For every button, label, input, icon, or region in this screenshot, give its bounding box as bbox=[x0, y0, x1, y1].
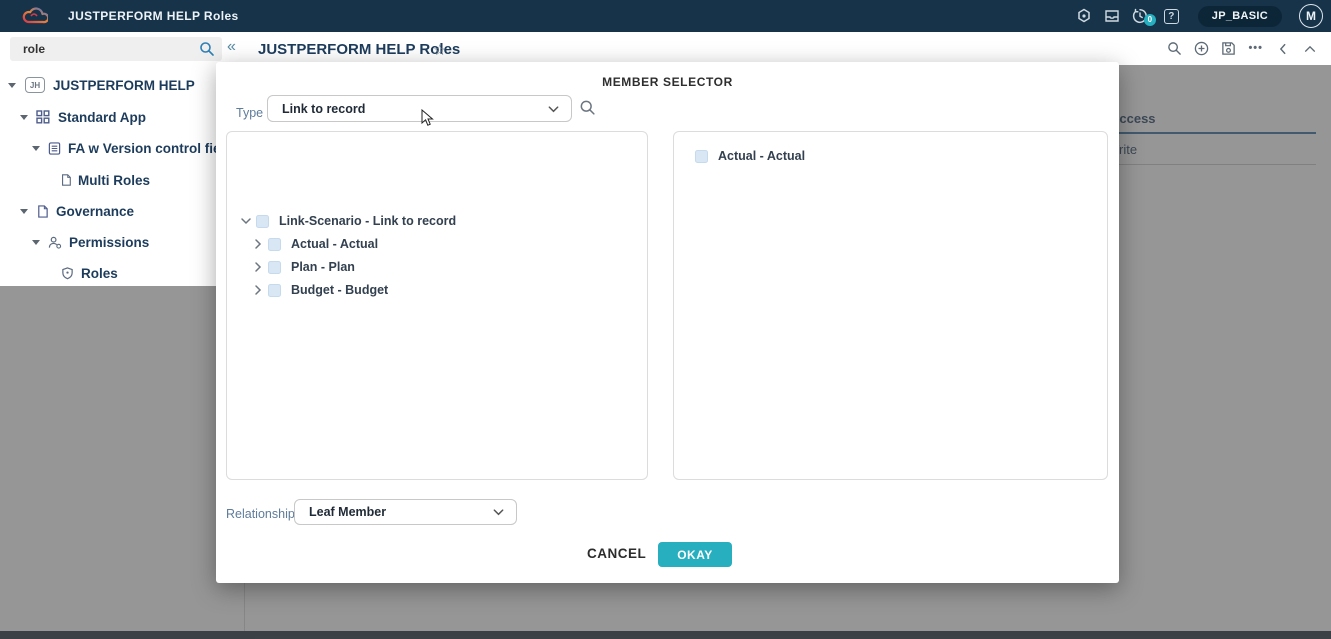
shield-icon bbox=[61, 267, 74, 280]
user-permissions-icon bbox=[48, 236, 62, 249]
sidebar-item-label: Multi Roles bbox=[78, 173, 150, 188]
expand-arrow-icon[interactable] bbox=[20, 115, 28, 120]
checkbox[interactable] bbox=[695, 150, 708, 163]
type-label: Type bbox=[236, 106, 263, 120]
page-actions: ••• bbox=[1167, 41, 1317, 56]
chevron-down-icon bbox=[492, 506, 505, 519]
okay-button[interactable]: OKAY bbox=[658, 542, 732, 567]
checkbox[interactable] bbox=[268, 261, 281, 274]
app-title: JUSTPERFORM HELP Roles bbox=[68, 9, 239, 23]
chevron-right-icon[interactable] bbox=[252, 261, 264, 273]
expand-arrow-icon[interactable] bbox=[32, 240, 40, 245]
tree-row-link-scenario[interactable]: Link-Scenario - Link to record bbox=[240, 211, 456, 231]
chevron-up-icon[interactable] bbox=[1302, 41, 1317, 56]
checkbox[interactable] bbox=[268, 238, 281, 251]
dialog-title: MEMBER SELECTOR bbox=[216, 75, 1119, 89]
file-icon bbox=[36, 205, 49, 218]
relationship-dropdown[interactable]: Leaf Member bbox=[294, 499, 517, 525]
history-icon[interactable]: 0 bbox=[1132, 8, 1149, 25]
sidebar-item-label: Permissions bbox=[69, 235, 149, 250]
available-members-panel: Link-Scenario - Link to record Actual - … bbox=[226, 131, 648, 480]
file-icon bbox=[60, 174, 72, 186]
sidebar-item-permissions[interactable]: Permissions bbox=[32, 230, 149, 254]
expand-arrow-icon[interactable] bbox=[20, 209, 28, 214]
sidebar-item-label: Standard App bbox=[58, 110, 146, 125]
inbox-icon[interactable] bbox=[1104, 8, 1121, 25]
tree-item-label: Budget - Budget bbox=[291, 283, 388, 297]
sidebar-item-label: JUSTPERFORM HELP bbox=[53, 78, 195, 93]
member-search-icon[interactable] bbox=[579, 99, 596, 116]
chevron-down-icon bbox=[547, 102, 560, 115]
page-search-icon[interactable] bbox=[1167, 41, 1182, 56]
checkbox[interactable] bbox=[256, 215, 269, 228]
expand-arrow-icon[interactable] bbox=[32, 146, 40, 151]
type-dropdown-value: Link to record bbox=[282, 102, 365, 116]
more-options-icon[interactable]: ••• bbox=[1248, 41, 1263, 56]
sidebar-item-governance[interactable]: Governance bbox=[20, 199, 134, 223]
tree-row-actual[interactable]: Actual - Actual bbox=[252, 234, 378, 254]
member-selector-dialog: MEMBER SELECTOR Type Link to record Link… bbox=[216, 62, 1119, 583]
sidebar-item-fa-version-control[interactable]: FA w Version control fie... bbox=[32, 136, 232, 160]
selected-members-panel: Actual - Actual bbox=[673, 131, 1108, 480]
tree-item-label: Actual - Actual bbox=[291, 237, 378, 251]
document-icon bbox=[48, 142, 61, 155]
collapse-sidebar-icon[interactable]: « bbox=[227, 38, 236, 56]
chevron-right-icon[interactable] bbox=[252, 238, 264, 250]
expand-arrow-icon[interactable] bbox=[8, 83, 16, 88]
chevron-left-icon[interactable] bbox=[1275, 41, 1290, 56]
sidebar-item-standard-app[interactable]: Standard App bbox=[20, 105, 146, 129]
search-icon[interactable] bbox=[199, 41, 215, 57]
save-icon[interactable] bbox=[1221, 41, 1236, 56]
page-title: JUSTPERFORM HELP Roles bbox=[258, 41, 460, 58]
header-row: « JUSTPERFORM HELP Roles ☆ ••• bbox=[0, 32, 1331, 65]
sidebar-search bbox=[10, 37, 222, 61]
add-icon[interactable] bbox=[1194, 41, 1209, 56]
tree-item-label: Plan - Plan bbox=[291, 260, 355, 274]
history-badge: 0 bbox=[1144, 14, 1156, 26]
chevron-down-icon[interactable] bbox=[240, 215, 252, 227]
app-window: JUSTPERFORM HELP Roles 0 ? JP_BASIC M « bbox=[0, 0, 1331, 639]
sidebar-item-label: Governance bbox=[56, 204, 134, 219]
sidebar-item-justperform-help[interactable]: JH JUSTPERFORM HELP bbox=[8, 73, 195, 97]
app-badge: JH bbox=[25, 77, 45, 93]
selected-item-label: Actual - Actual bbox=[718, 149, 805, 163]
top-bar: JUSTPERFORM HELP Roles 0 ? JP_BASIC M bbox=[0, 0, 1331, 32]
checkbox[interactable] bbox=[268, 284, 281, 297]
sidebar-item-label: Roles bbox=[81, 266, 118, 281]
type-dropdown[interactable]: Link to record bbox=[267, 95, 572, 122]
selected-row-actual[interactable]: Actual - Actual bbox=[695, 146, 805, 166]
app-logo-icon bbox=[22, 4, 48, 28]
relationship-dropdown-value: Leaf Member bbox=[309, 505, 386, 519]
cancel-button[interactable]: CANCEL bbox=[587, 546, 646, 561]
search-input[interactable] bbox=[10, 37, 222, 61]
sidebar-item-multi-roles[interactable]: Multi Roles bbox=[60, 168, 150, 192]
tree-row-plan[interactable]: Plan - Plan bbox=[252, 257, 355, 277]
modal-overlay-sidebar bbox=[0, 286, 245, 639]
avatar[interactable]: M bbox=[1299, 4, 1323, 28]
settings-icon[interactable] bbox=[1076, 8, 1093, 25]
help-icon[interactable]: ? bbox=[1164, 9, 1179, 24]
user-pill-button[interactable]: JP_BASIC bbox=[1198, 6, 1282, 27]
chevron-right-icon[interactable] bbox=[252, 284, 264, 296]
relationship-label: Relationship bbox=[226, 507, 295, 521]
tree-item-label: Link-Scenario - Link to record bbox=[279, 214, 456, 228]
topbar-actions: 0 ? JP_BASIC M bbox=[1076, 0, 1323, 32]
sidebar-item-label: FA w Version control fie... bbox=[68, 141, 232, 156]
grid-app-icon bbox=[36, 110, 50, 124]
sidebar-item-roles[interactable]: Roles bbox=[61, 261, 118, 285]
favorite-star-icon[interactable]: ☆ bbox=[433, 41, 446, 59]
tree-row-budget[interactable]: Budget - Budget bbox=[252, 280, 388, 300]
